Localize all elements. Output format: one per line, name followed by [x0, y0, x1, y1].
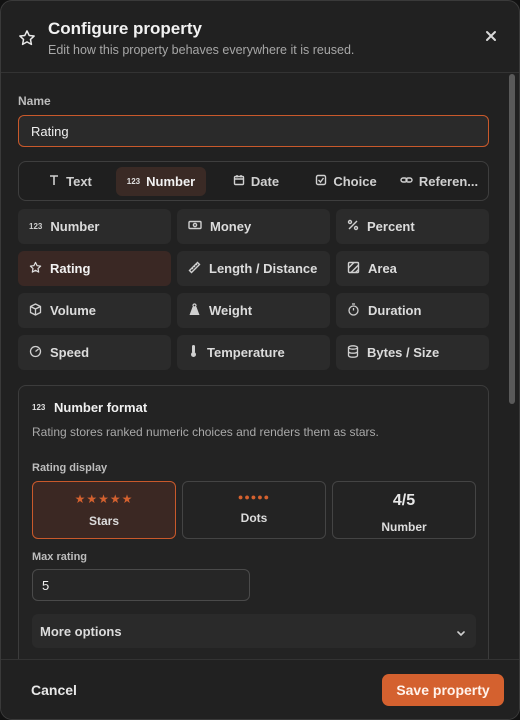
weight-icon [188, 302, 201, 319]
subtype-speed[interactable]: Speed [18, 335, 171, 370]
close-button[interactable] [481, 28, 501, 48]
tab-choice[interactable]: Choice [303, 167, 389, 196]
subtype-area[interactable]: Area [336, 251, 489, 286]
number-icon: 123 [126, 177, 141, 186]
panel-description: Rating stores ranked numeric choices and… [32, 425, 379, 439]
dialog-subtitle: Edit how this property behaves everywher… [48, 43, 355, 57]
display-option-stars[interactable]: ★★★★★ Stars [32, 481, 176, 539]
tab-text[interactable]: Text [27, 167, 113, 196]
subtype-number[interactable]: 123 Number [18, 209, 171, 244]
number-preview: 4/5 [392, 492, 416, 509]
number-icon: 123 [29, 222, 43, 231]
dots-preview: ●●●●● [237, 492, 271, 502]
subtype-label: Area [368, 261, 397, 276]
scrollbar[interactable] [509, 74, 515, 404]
subtype-label: Length / Distance [209, 261, 318, 276]
checkbox-icon [315, 174, 327, 189]
subtype-label: Duration [368, 303, 422, 318]
subtype-weight[interactable]: Weight [177, 293, 330, 328]
subtype-length[interactable]: Length / Distance [177, 251, 330, 286]
display-option-label: Stars [88, 514, 120, 528]
cancel-button[interactable]: Cancel [31, 682, 77, 698]
property-type-tabs: Text 123 Number Date Choice Referen... [18, 161, 489, 201]
display-option-dots[interactable]: ●●●●● Dots [182, 481, 326, 539]
dialog-title: Configure property [48, 19, 202, 38]
tab-label: Date [250, 174, 280, 189]
ruler-icon [188, 261, 201, 277]
number-icon: 123 [32, 403, 46, 412]
display-option-label: Number [381, 520, 427, 534]
dialog-footer: Cancel Save property [1, 659, 519, 719]
star-icon [18, 29, 36, 47]
cube-icon [29, 302, 42, 319]
max-rating-label: Max rating [32, 551, 88, 563]
stars-preview: ★★★★★ [74, 492, 134, 506]
subtype-label: Weight [209, 303, 253, 318]
subtype-bytes[interactable]: Bytes / Size [336, 335, 489, 370]
subtype-label: Volume [50, 303, 96, 318]
more-options-toggle[interactable]: More options [32, 614, 476, 648]
subtype-label: Percent [367, 219, 415, 234]
name-label: Name [18, 94, 51, 108]
thermometer-icon [188, 344, 199, 361]
subtype-label: Temperature [207, 345, 285, 360]
tab-reference[interactable]: Referen... [395, 167, 483, 196]
subtype-money[interactable]: Money [177, 209, 330, 244]
dialog-body: Name Rating Text 123 Number Date Choice … [1, 74, 519, 659]
tab-number[interactable]: 123 Number [116, 167, 206, 196]
subtype-label: Number [50, 219, 100, 234]
save-property-button[interactable]: Save property [382, 674, 504, 706]
number-format-panel: 123 Number format Rating stores ranked n… [18, 385, 489, 659]
max-rating-input[interactable]: 5 [32, 569, 250, 601]
tab-date[interactable]: Date [215, 167, 297, 196]
tab-label: Text [66, 174, 92, 189]
tab-label: Number [146, 174, 196, 189]
link-icon [400, 174, 413, 189]
money-icon [188, 219, 202, 234]
subtype-label: Rating [50, 261, 91, 276]
database-icon [347, 344, 359, 361]
close-icon [484, 29, 498, 48]
stopwatch-icon [347, 302, 360, 319]
rating-display-label: Rating display [32, 462, 108, 474]
subtype-rating[interactable]: Rating [18, 251, 171, 286]
subtype-label: Bytes / Size [367, 345, 440, 360]
star-icon [29, 261, 42, 277]
subtype-temperature[interactable]: Temperature [177, 335, 330, 370]
display-option-label: Dots [240, 511, 268, 525]
calendar-icon [233, 174, 245, 189]
subtype-percent[interactable]: Percent [336, 209, 489, 244]
dialog-header: Configure property Edit how this propert… [1, 1, 519, 73]
tab-label: Choice [333, 174, 377, 189]
subtype-label: Speed [50, 345, 90, 360]
tab-label: Referen... [418, 174, 479, 189]
subtype-label: Money [210, 219, 252, 234]
configure-property-dialog: Configure property Edit how this propert… [0, 0, 520, 720]
chevron-down-icon [456, 626, 466, 641]
display-option-number[interactable]: 4/5 Number [332, 481, 476, 539]
more-options-label: More options [40, 623, 122, 639]
area-icon [347, 261, 360, 277]
subtype-volume[interactable]: Volume [18, 293, 171, 328]
gauge-icon [29, 345, 42, 361]
subtype-duration[interactable]: Duration [336, 293, 489, 328]
text-icon [48, 174, 60, 189]
percent-icon [347, 219, 359, 234]
name-input[interactable]: Rating [18, 115, 489, 147]
panel-title: Number format [54, 400, 148, 415]
